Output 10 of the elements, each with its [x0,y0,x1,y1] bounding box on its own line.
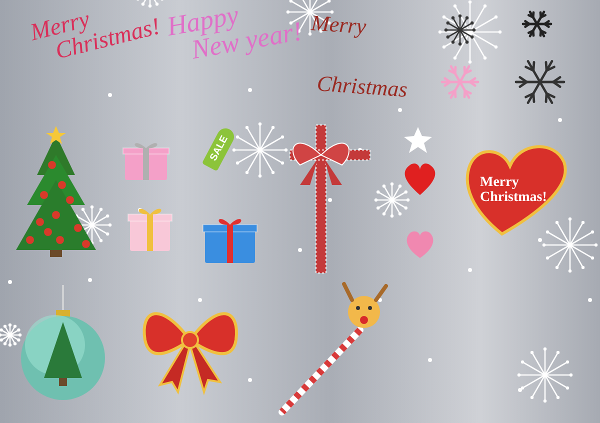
greeting-text: Merry [310,12,367,38]
gift-box-icon [128,208,172,251]
greeting-text: Christmas [316,72,408,101]
heart-card-text: Merry [480,176,519,191]
gift-box-icon [122,143,170,180]
gift-box-icon [202,219,258,263]
heart-icon [404,164,436,195]
heart-icon [406,231,434,258]
heart-card-text: Christmas! [480,190,547,206]
star-icon [404,127,432,153]
